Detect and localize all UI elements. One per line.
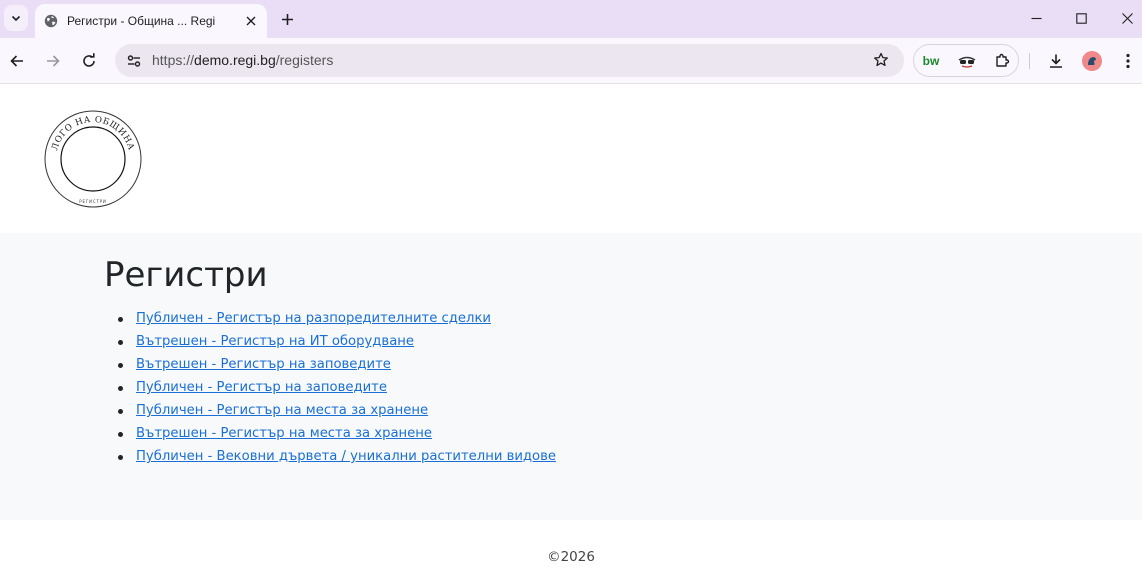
- svg-text:РЕГИСТРИ: РЕГИСТРИ: [79, 199, 106, 204]
- list-item: Публичен - Регистър на разпоредителните …: [118, 309, 556, 332]
- list-item: Вътрешен - Регистър на места за хранене: [118, 424, 556, 447]
- register-link[interactable]: Публичен - Регистър на места за хранене: [136, 403, 428, 418]
- back-button[interactable]: [5, 49, 29, 73]
- register-link[interactable]: Публичен - Вековни дървета / уникални ра…: [136, 449, 556, 464]
- site-footer: ©2026: [0, 520, 1142, 586]
- minimize-icon: [1031, 17, 1041, 19]
- register-link[interactable]: Вътрешен - Регистър на места за хранене: [136, 426, 432, 441]
- downloads-button[interactable]: [1044, 49, 1068, 73]
- site-settings-icon[interactable]: [121, 48, 147, 74]
- menu-button[interactable]: [1116, 49, 1140, 73]
- page-title: Регистри: [104, 255, 268, 295]
- extensions-group: bw: [913, 44, 1019, 77]
- tab-title: Регистри - Община ... Regi: [67, 14, 216, 28]
- copyright-text: ©2026: [547, 549, 595, 565]
- maximize-icon: [1075, 12, 1087, 24]
- minimize-button[interactable]: [1013, 4, 1059, 32]
- register-link[interactable]: Публичен - Регистър на заповедите: [136, 380, 387, 395]
- register-link[interactable]: Вътрешен - Регистър на заповедите: [136, 357, 391, 372]
- tab-search-button[interactable]: [4, 5, 28, 31]
- register-link[interactable]: Вътрешен - Регистър на ИТ оборудване: [136, 334, 414, 349]
- page-viewport: ЛОГО НА ОБЩИНА РЕГИСТРИ Регистри Публиче…: [0, 85, 1142, 586]
- arrow-left-icon: [10, 55, 23, 67]
- bitwarden-extension-icon[interactable]: bw: [920, 51, 942, 71]
- register-link[interactable]: Публичен - Регистър на разпоредителните …: [136, 311, 491, 326]
- list-item: Вътрешен - Регистър на заповедите: [118, 355, 556, 378]
- disguise-extension-icon[interactable]: [956, 51, 978, 71]
- list-item: Вътрешен - Регистър на ИТ оборудване: [118, 332, 556, 355]
- close-icon: [1121, 12, 1133, 24]
- toolbar-separator: [1029, 53, 1030, 69]
- profile-button[interactable]: [1080, 49, 1104, 73]
- tab-strip: Регистри - Община ... Regi: [0, 0, 1142, 38]
- address-bar[interactable]: https://demo.regi.bg/registers: [115, 44, 904, 77]
- list-item: Публичен - Регистър на заповедите: [118, 378, 556, 401]
- close-window-button[interactable]: [1104, 4, 1142, 32]
- more-vert-icon: [1126, 53, 1130, 69]
- forward-button[interactable]: [41, 49, 65, 73]
- registers-list: Публичен - Регистър на разпоредителните …: [118, 309, 556, 470]
- download-icon: [1050, 54, 1062, 68]
- bookmark-star-icon[interactable]: [872, 51, 890, 69]
- municipality-logo[interactable]: ЛОГО НА ОБЩИНА РЕГИСТРИ: [43, 109, 143, 209]
- new-tab-button[interactable]: [276, 8, 298, 30]
- avatar: [1082, 51, 1102, 71]
- maximize-button[interactable]: [1058, 4, 1104, 32]
- svg-text:ЛОГО НА ОБЩИНА: ЛОГО НА ОБЩИНА: [50, 115, 136, 152]
- url-text: https://demo.regi.bg/registers: [152, 52, 334, 68]
- main-content: Регистри Публичен - Регистър на разпоред…: [0, 233, 1142, 520]
- globe-icon: [44, 14, 58, 28]
- reload-icon: [83, 53, 95, 67]
- list-item: Публичен - Вековни дървета / уникални ра…: [118, 447, 556, 470]
- chevron-down-icon: [11, 15, 21, 22]
- tab-close-icon[interactable]: [243, 13, 259, 29]
- reload-button[interactable]: [77, 49, 101, 73]
- active-tab[interactable]: Регистри - Община ... Regi: [35, 4, 267, 38]
- plus-icon: [281, 13, 293, 25]
- arrow-right-icon: [47, 55, 60, 67]
- puzzle-icon[interactable]: [991, 51, 1013, 71]
- list-item: Публичен - Регистър на места за хранене: [118, 401, 556, 424]
- site-header: ЛОГО НА ОБЩИНА РЕГИСТРИ: [0, 85, 1142, 233]
- browser-toolbar: https://demo.regi.bg/registers bw: [0, 38, 1142, 84]
